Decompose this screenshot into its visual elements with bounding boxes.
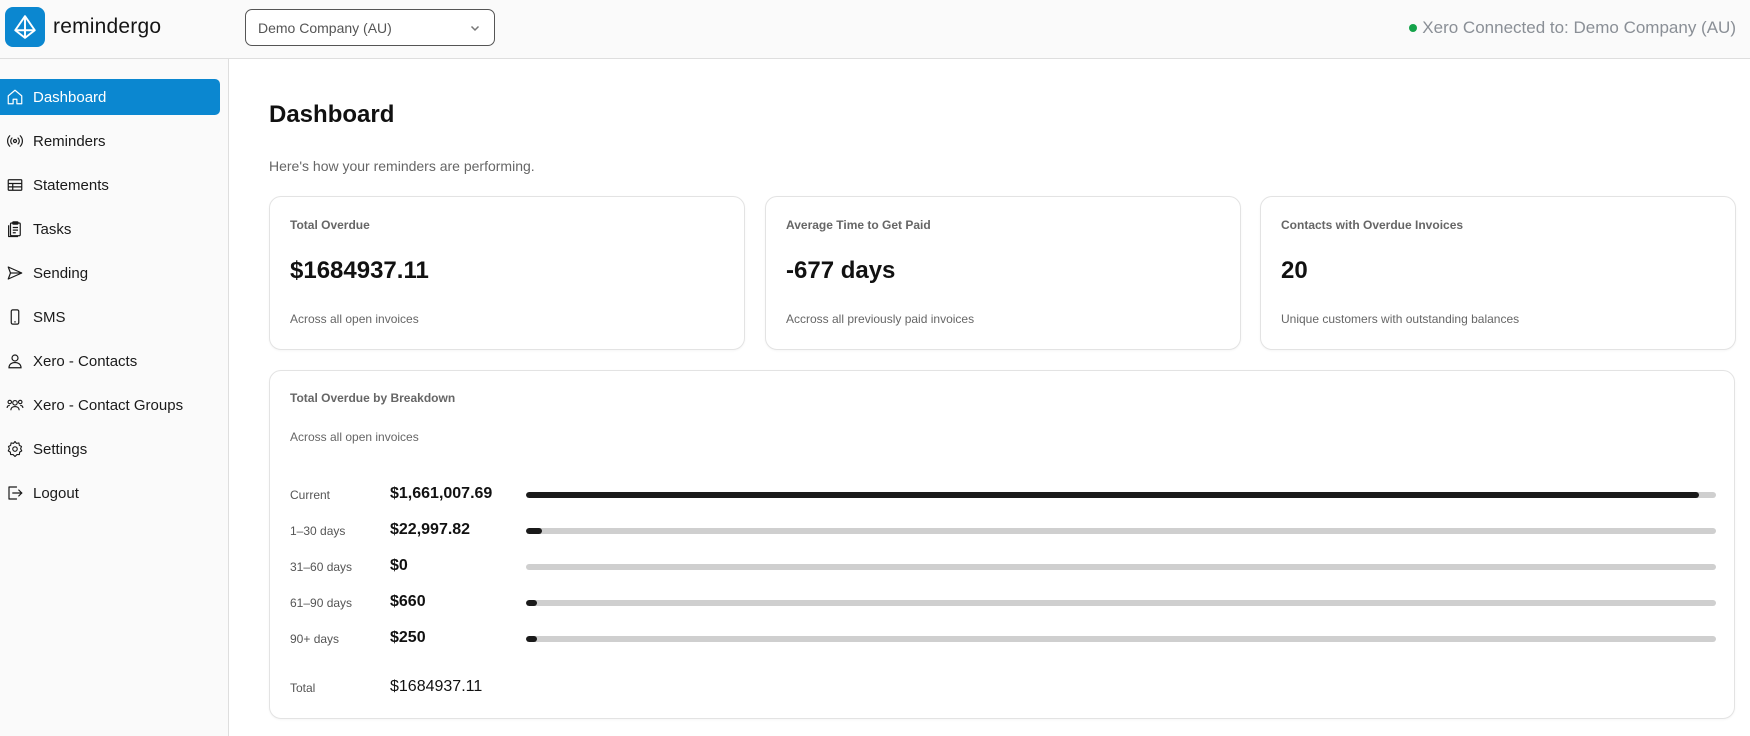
sidebar-item-sending[interactable]: Sending (0, 255, 220, 291)
brand-logo[interactable]: remindergo (5, 7, 161, 47)
breakdown-total-row: Total $1684937.11 (290, 677, 890, 699)
sidebar-item-logout[interactable]: Logout (0, 475, 220, 511)
sidebar-item-xero-contacts[interactable]: Xero - Contacts (0, 343, 220, 379)
connection-status-text: Xero Connected to: Demo Company (AU) (1422, 18, 1736, 37)
sidebar-item-label: Xero - Contacts (33, 352, 138, 370)
breakdown-row-61-90-days: 61–90 days $660 (290, 592, 1716, 614)
users-icon (5, 395, 25, 415)
progress-track (526, 600, 1716, 606)
brand-name: remindergo (53, 15, 162, 38)
average-time-to-get-paid-card: Average Time to Get Paid -677 days Accro… (765, 196, 1241, 350)
sidebar: Dashboard Reminders Statements Tasks Sen (0, 59, 229, 736)
breakdown-row-label: 61–90 days (290, 596, 353, 610)
breakdown-row-amount: $0 (390, 557, 408, 574)
breakdown-row-90-plus-days: 90+ days $250 (290, 628, 1716, 650)
card-subtext: Unique customers with outstanding balanc… (1281, 312, 1520, 326)
logout-icon (5, 483, 25, 503)
main-content: Dashboard Here's how your reminders are … (229, 59, 1750, 736)
progress-fill (526, 528, 543, 534)
card-subtext: Accross all previously paid invoices (786, 312, 975, 326)
xero-connection-status: Xero Connected to: Demo Company (AU) (1409, 18, 1736, 38)
card-title: Total Overdue (290, 218, 370, 232)
breakdown-total-label: Total (290, 681, 316, 695)
card-title: Average Time to Get Paid (786, 218, 931, 232)
phone-icon (5, 307, 25, 327)
progress-track (526, 492, 1716, 498)
sidebar-item-label: Logout (33, 484, 79, 502)
company-select-value: Demo Company (AU) (258, 19, 392, 36)
chevron-down-icon (468, 21, 482, 35)
sidebar-item-label: Dashboard (33, 88, 107, 106)
table-icon (5, 175, 25, 195)
card-value: 20 (1281, 257, 1308, 284)
breakdown-row-current: Current $1,661,007.69 (290, 484, 1716, 506)
breakdown-row-label: 31–60 days (290, 560, 353, 574)
breakdown-row-label: Current (290, 488, 331, 502)
sidebar-item-xero-contact-groups[interactable]: Xero - Contact Groups (0, 387, 220, 423)
breakdown-row-31-60-days: 31–60 days $0 (290, 556, 1716, 578)
breakdown-title: Total Overdue by Breakdown (290, 391, 456, 405)
sidebar-item-label: Xero - Contact Groups (33, 396, 184, 414)
page-subtitle: Here's how your reminders are performing… (269, 158, 535, 174)
sail-icon (5, 7, 45, 47)
sidebar-item-label: Sending (33, 264, 89, 282)
company-select[interactable]: Demo Company (AU) (245, 9, 495, 46)
send-icon (5, 263, 25, 283)
sidebar-item-label: Settings (33, 440, 88, 458)
page-title: Dashboard (269, 101, 395, 128)
sidebar-nav: Dashboard Reminders Statements Tasks Sen (0, 79, 220, 519)
sidebar-item-sms[interactable]: SMS (0, 299, 220, 335)
top-bar: remindergo Demo Company (AU) Xero Connec… (0, 0, 1750, 59)
contacts-with-overdue-invoices-card: Contacts with Overdue Invoices 20 Unique… (1260, 196, 1736, 350)
progress-fill (526, 600, 537, 606)
card-value: $1684937.11 (290, 257, 429, 284)
clipboard-icon (5, 219, 25, 239)
sidebar-item-reminders[interactable]: Reminders (0, 123, 220, 159)
breakdown-row-amount: $660 (390, 593, 426, 610)
progress-track (526, 528, 1716, 534)
sidebar-item-label: Tasks (33, 220, 72, 238)
progress-fill (526, 492, 1700, 498)
progress-track (526, 636, 1716, 642)
breakdown-row-amount: $1,661,007.69 (390, 485, 493, 502)
card-value: -677 days (786, 257, 896, 284)
breakdown-subtext: Across all open invoices (290, 430, 419, 444)
status-dot-icon (1409, 24, 1418, 32)
overdue-breakdown-card: Total Overdue by Breakdown Across all op… (269, 370, 1735, 719)
breakdown-total-value: $1684937.11 (390, 678, 483, 695)
gear-icon (5, 439, 25, 459)
progress-fill (526, 636, 537, 642)
sidebar-item-statements[interactable]: Statements (0, 167, 220, 203)
sidebar-item-settings[interactable]: Settings (0, 431, 220, 467)
broadcast-icon (5, 131, 25, 151)
sidebar-item-label: Reminders (33, 132, 106, 150)
sidebar-item-dashboard[interactable]: Dashboard (0, 79, 220, 115)
breakdown-row-1-30-days: 1–30 days $22,997.82 (290, 520, 1716, 542)
card-title: Contacts with Overdue Invoices (1281, 218, 1464, 232)
breakdown-row-label: 1–30 days (290, 524, 346, 538)
sidebar-item-tasks[interactable]: Tasks (0, 211, 220, 247)
breakdown-row-amount: $250 (390, 629, 426, 646)
card-subtext: Across all open invoices (290, 312, 419, 326)
breakdown-row-amount: $22,997.82 (390, 521, 471, 538)
progress-track (526, 564, 1716, 570)
total-overdue-card: Total Overdue $1684937.11 Across all ope… (269, 196, 745, 350)
sidebar-item-label: SMS (33, 308, 66, 326)
sidebar-item-label: Statements (33, 176, 109, 194)
home-icon (5, 87, 25, 107)
breakdown-row-label: 90+ days (290, 632, 340, 646)
user-icon (5, 351, 25, 371)
